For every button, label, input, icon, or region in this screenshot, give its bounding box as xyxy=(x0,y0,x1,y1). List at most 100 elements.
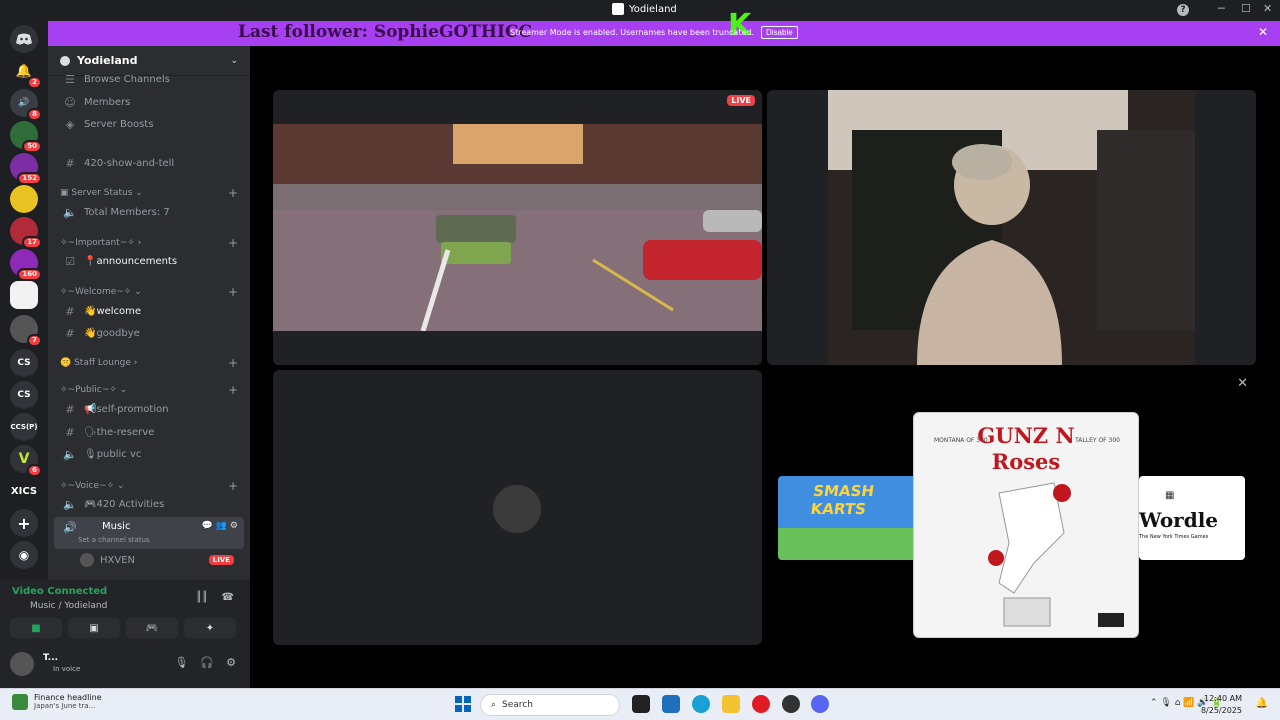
channel-self-promotion[interactable]: # 📢 self-promotion xyxy=(54,399,244,419)
category-welcome[interactable]: ✧~Welcome~✧ ⌄ + xyxy=(54,285,244,299)
channel-goodbye[interactable]: # 👋 goodbye xyxy=(54,323,244,343)
channel-label: welcome xyxy=(96,305,142,317)
activity-card-wordle[interactable]: ▦ Wordle The New York Times Games xyxy=(1139,476,1245,560)
channel-announcements[interactable]: ☑ 📍 announcements xyxy=(54,251,244,271)
server-xics[interactable]: XICS xyxy=(10,477,38,505)
category-staff-lounge[interactable]: 🤫 Staff Lounge › + xyxy=(54,356,244,370)
stream-tile-game[interactable]: LIVE xyxy=(273,90,762,365)
notifications-icon[interactable]: 🔔 xyxy=(1256,698,1268,709)
category-server-status[interactable]: ▣ Server Status ⌄ + xyxy=(54,186,244,200)
avatar xyxy=(80,553,94,567)
participant-tile[interactable] xyxy=(273,370,762,645)
settings-gear-icon[interactable]: ⚙ xyxy=(226,656,236,669)
file-explorer-icon[interactable] xyxy=(722,695,740,713)
opera-browser-icon[interactable] xyxy=(752,695,770,713)
server-label: CS xyxy=(17,390,31,400)
category-label: ✧~Public~✧ xyxy=(60,385,117,395)
task-view-icon[interactable] xyxy=(632,695,650,713)
add-channel-icon[interactable]: + xyxy=(228,285,238,299)
server-cs-2[interactable]: CS xyxy=(10,381,38,409)
activity-card-album[interactable]: MONTANA OF 300 TALLEY OF 300 GUNZ N Rose… xyxy=(913,412,1139,638)
user-panel[interactable]: T... In voice 🎙 🎧 ⚙ xyxy=(10,650,240,678)
window-title-text: Yodieland xyxy=(629,3,677,15)
discover-icon[interactable]: ◉ xyxy=(10,541,38,569)
server-ccsp[interactable]: CCS(P) xyxy=(10,413,38,441)
screen-share-button[interactable]: ▣ xyxy=(68,618,120,638)
discord-taskbar-icon[interactable] xyxy=(811,695,829,713)
channel-420-activities[interactable]: 🔈 🎮 420 Activities xyxy=(54,494,244,514)
disconnect-icon[interactable]: ☎ xyxy=(222,592,234,603)
live-badge: LIVE xyxy=(208,555,234,565)
close-window-button[interactable]: ✕ xyxy=(1263,2,1272,15)
voice-member-hxven[interactable]: HXVEN LIVE xyxy=(54,550,244,570)
taskbar-search[interactable]: ⌕ Search xyxy=(480,694,620,716)
channel-status-hint[interactable]: Set a channel status xyxy=(78,536,150,544)
channel-public-vc[interactable]: 🔈 🎙 public vc xyxy=(54,444,244,464)
add-channel-icon[interactable]: + xyxy=(228,356,238,370)
server-v[interactable]: V6 xyxy=(10,445,42,477)
stream-tile-webcam[interactable] xyxy=(767,90,1256,365)
last-follower-overlay: Last follower: SophieGOTHICC xyxy=(238,22,533,42)
system-clock[interactable]: 12:40 AM 8/25/2025 xyxy=(1201,693,1242,717)
channel-label: announcements xyxy=(96,255,178,267)
microphone-icon[interactable]: 🎙 xyxy=(174,656,188,669)
activity-subtitle: The New York Times Games xyxy=(1139,534,1209,540)
browse-channels-item[interactable]: ☰ Browse Channels xyxy=(54,72,244,86)
channel-welcome[interactable]: # 👋 welcome xyxy=(54,301,244,321)
members-item[interactable]: ☺ Members xyxy=(54,92,244,112)
channel-music[interactable]: 🔊 Music Set a channel status 💬 👥 ⚙ xyxy=(54,517,244,549)
channel-the-reserve[interactable]: # 🗣 the-reserve xyxy=(54,422,244,442)
server-icon[interactable]: 160 xyxy=(10,249,42,281)
server-icon[interactable]: 17 xyxy=(10,217,42,249)
add-channel-icon[interactable]: + xyxy=(228,383,238,397)
news-title: Finance headline xyxy=(34,693,102,702)
news-widget[interactable]: Finance headline Japan's June tra... xyxy=(12,693,102,710)
channel-420-show-and-tell[interactable]: #420-show-and-tell xyxy=(54,153,244,173)
news-subtitle: Japan's June tra... xyxy=(34,702,96,710)
server-icon[interactable] xyxy=(10,185,38,213)
app-icon[interactable] xyxy=(662,695,680,713)
soundboard-button[interactable]: ✦ xyxy=(184,618,236,638)
username: T... xyxy=(43,653,59,663)
server-icon[interactable]: 🔊 8 xyxy=(10,89,42,121)
maximize-button[interactable]: ☐ xyxy=(1241,2,1251,15)
add-channel-icon[interactable]: + xyxy=(228,236,238,250)
channel-total-members[interactable]: 🔈 Total Members: 7 xyxy=(54,202,244,222)
window-title: Yodieland xyxy=(612,3,677,15)
category-public[interactable]: ✧~Public~✧ ⌄ + xyxy=(54,383,244,397)
server-icon[interactable] xyxy=(10,281,38,309)
search-label: Search xyxy=(502,700,533,710)
edge-browser-icon[interactable] xyxy=(692,695,710,713)
windows-taskbar: Finance headline Japan's June tra... ⌕ S… xyxy=(0,688,1280,720)
minimize-button[interactable]: ─ xyxy=(1218,2,1225,15)
video-connected-status[interactable]: Video Connected xyxy=(12,586,107,597)
kick-logo-icon: K xyxy=(728,8,752,43)
category-voice[interactable]: ✧~Voice~✧ ⌄ + xyxy=(54,479,244,493)
search-icon: ⌕ xyxy=(491,700,497,710)
add-channel-icon[interactable]: + xyxy=(228,479,238,493)
direct-messages-button[interactable] xyxy=(10,25,38,53)
disable-streamer-mode-button[interactable]: Disable xyxy=(761,26,798,39)
voice-location[interactable]: Music / Yodieland xyxy=(30,601,107,611)
add-channel-icon[interactable]: + xyxy=(228,186,238,200)
server-icon[interactable]: 152 xyxy=(10,153,42,185)
hash-icon: # xyxy=(65,326,75,340)
close-banner-icon[interactable]: ✕ xyxy=(1258,25,1268,39)
notification-bell-icon[interactable]: 🔔 2 xyxy=(10,57,42,89)
server-icon[interactable]: 7 xyxy=(10,315,42,347)
server-boosts-item[interactable]: ◈ Server Boosts xyxy=(54,114,244,134)
category-important[interactable]: ✧~Important~✧ › + xyxy=(54,236,244,250)
help-icon[interactable]: ? xyxy=(1177,4,1189,16)
close-activities-icon[interactable]: ✕ xyxy=(1237,376,1248,391)
start-button[interactable] xyxy=(454,695,472,713)
activity-card-smash-karts[interactable]: SMASH KARTS xyxy=(778,476,918,560)
noise-suppression-icon[interactable]: ║║ xyxy=(196,592,208,603)
app-icon[interactable] xyxy=(782,695,800,713)
headphones-icon[interactable]: 🎧 xyxy=(200,656,214,669)
camera-button[interactable]: ■ xyxy=(10,618,62,638)
server-cs-1[interactable]: CS xyxy=(10,349,38,377)
add-server-icon[interactable]: + xyxy=(10,509,38,537)
server-icon[interactable]: 50 xyxy=(10,121,42,153)
channel-actions-icon[interactable]: 💬 👥 ⚙ xyxy=(202,521,238,531)
activities-button[interactable]: 🎮 xyxy=(126,618,178,638)
